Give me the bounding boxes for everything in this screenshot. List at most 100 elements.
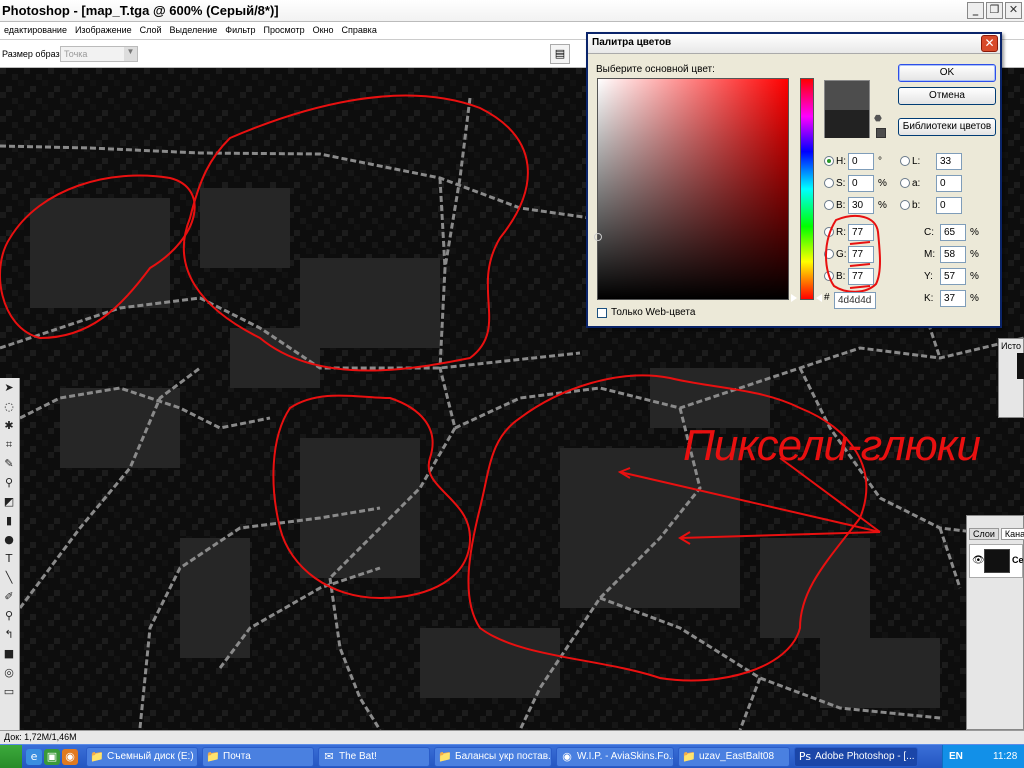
hex-row: # 4d4d4d [824,292,876,309]
folder-icon: 📁 [206,750,220,763]
hue-label: H: [836,156,846,167]
menu-image[interactable]: Изображение [71,22,136,39]
task-removable-disk[interactable]: 📁 Съемный диск (E:) [86,747,198,767]
sample-size-select[interactable]: Точка ▼ [60,46,138,62]
close-icon[interactable]: ✕ [981,35,998,52]
ie-icon[interactable]: e [26,749,42,765]
menu-window[interactable]: Окно [309,22,338,39]
task-photoshop[interactable]: Ps Adobe Photoshop - [... [794,747,918,767]
eraser-icon[interactable]: ◩ [0,492,18,511]
taskbar: e ▣ ◉ 📁 Съемный диск (E:) 📁 Почта ✉ The … [0,744,1024,768]
firefox-icon[interactable]: ◉ [62,749,78,765]
menu-select[interactable]: Выделение [166,22,222,39]
task-the-bat[interactable]: ✉ The Bat! [318,747,430,767]
dialog-titlebar: Палитра цветов ✕ [588,34,1000,54]
start-button[interactable] [0,745,22,768]
channel-row[interactable]: 👁 Серый [969,544,1024,578]
lab-b-input[interactable]: 0 [936,197,962,214]
color-preview [824,80,870,138]
quickmask-icon[interactable]: ◎ [0,663,18,682]
web-safe-cube-icon[interactable] [876,128,886,138]
palette-well-icon[interactable]: ▤ [550,44,570,64]
color-picker-dialog: Палитра цветов ✕ Выберите основной цвет:… [586,32,1002,328]
cancel-button[interactable]: Отмена [898,87,996,105]
task-mail[interactable]: 📁 Почта [202,747,314,767]
menu-view[interactable]: Просмотр [259,22,308,39]
menu-edit[interactable]: едактирование [0,22,71,39]
lab-b-radio[interactable] [900,200,910,210]
saturation-input[interactable]: 0 [848,175,874,192]
brightness-radio[interactable] [824,200,834,210]
hue-slider[interactable] [800,78,814,300]
yellow-input[interactable]: 57 [940,268,966,285]
eyedropper-icon[interactable]: ✐ [0,587,18,606]
doc-size: Док: 1,72M/1,46M [4,732,77,742]
tab-layers[interactable]: Слои [969,528,999,540]
magic-wand-icon[interactable]: ✱ [0,416,18,435]
hex-input[interactable]: 4d4d4d [834,292,876,309]
lab-a-input[interactable]: 0 [936,175,962,192]
zoom-tool-icon[interactable]: ⚲ [0,606,18,625]
dodge-tool-icon[interactable]: ● [0,530,18,549]
lab-l-input[interactable]: 33 [936,153,962,170]
line-tool-icon[interactable]: ╲ [0,568,18,587]
history-tab[interactable]: Исто [1001,341,1021,351]
lab-b-label: b: [912,200,921,211]
lab-l-radio[interactable] [900,156,910,166]
menu-help[interactable]: Справка [338,22,381,39]
yellow-unit: % [970,271,979,282]
web-only-checkbox[interactable] [597,308,607,318]
color-libraries-button[interactable]: Библиотеки цветов [898,118,996,136]
task-label: Почта [223,751,251,762]
hue-input[interactable]: 0 [848,153,874,170]
task-label: W.I.P. - AviaSkins.Fo... [577,751,674,762]
lasso-tool-icon[interactable]: ◌ [0,397,18,416]
clock[interactable]: 11:28 [993,751,1017,762]
screen-mode-icon[interactable]: ▭ [0,682,18,701]
color-swatches-icon[interactable]: ■ [0,644,18,663]
task-label: Балансы укр постав... [455,751,552,762]
hue-radio[interactable] [824,156,834,166]
brightness-label: B: [836,200,846,211]
hue-unit: ° [878,156,882,167]
black-label: K: [924,293,934,304]
task-browser[interactable]: ◉ W.I.P. - AviaSkins.Fo... [556,747,674,767]
minimize-icon[interactable]: _ [967,2,984,19]
menu-layer[interactable]: Слой [136,22,166,39]
channel-name: Серый [1012,555,1024,565]
task-balances[interactable]: 📁 Балансы укр постав... [434,747,552,767]
stamp-tool-icon[interactable]: ⚲ [0,473,18,492]
swap-colors-icon[interactable]: ↰ [0,625,18,644]
magenta-input[interactable]: 58 [940,246,966,263]
black-input[interactable]: 37 [940,290,966,307]
color-field[interactable] [594,78,789,300]
tab-channels[interactable]: Канал [1000,528,1024,540]
restore-icon[interactable]: ❐ [986,2,1003,19]
task-uzav[interactable]: 📁 uzav_EastBalt08 [678,747,790,767]
lab-a-radio[interactable] [900,178,910,188]
gradient-icon[interactable]: ▮ [0,511,18,530]
type-tool-icon[interactable]: T [0,549,18,568]
language-indicator[interactable]: EN [949,751,963,762]
crop-tool-icon[interactable]: ⌗ [0,435,18,454]
eye-icon[interactable]: 👁 [972,555,985,566]
color-field-cursor[interactable] [594,233,602,241]
screen: Пиксели-глюки Photoshop - [map_T.tga @ 6… [0,0,1024,768]
app-titlebar: Photoshop - [map_T.tga @ 600% (Серый/8*)… [0,0,1024,22]
ok-button[interactable]: OK [898,64,996,82]
gamut-warning-icon[interactable]: ⬣ [874,114,882,124]
old-color-swatch[interactable] [825,110,869,138]
heal-brush-icon[interactable]: ✎ [0,454,18,473]
menu-filter[interactable]: Фильтр [221,22,259,39]
close-icon[interactable]: ✕ [1005,2,1022,19]
bat-icon: ✉ [324,750,334,763]
move-tool-icon[interactable]: ➤ [0,378,18,397]
cyan-input[interactable]: 65 [940,224,966,241]
slider-arrow-left-icon[interactable] [791,294,797,302]
saturation-radio[interactable] [824,178,834,188]
folder-icon: 📁 [682,750,696,763]
desktop-icon[interactable]: ▣ [44,749,60,765]
system-tray: EN 11:28 [942,745,1024,768]
new-color-swatch [825,81,869,110]
lab-a-label: a: [912,178,921,189]
